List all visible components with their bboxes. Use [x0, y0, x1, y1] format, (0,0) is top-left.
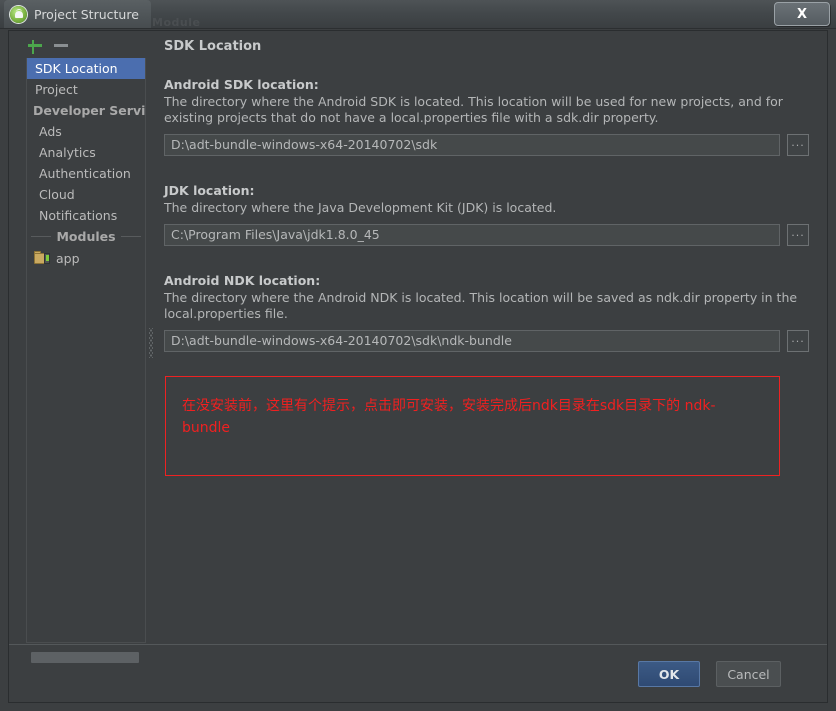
pane-splitter[interactable] [146, 31, 157, 643]
window-title-tab: Project Structure [4, 0, 151, 28]
module-label: app [56, 250, 80, 266]
sidebar-item-cloud[interactable]: Cloud [27, 184, 145, 205]
sidebar-item-analytics[interactable]: Analytics [27, 142, 145, 163]
sidebar-item-authentication[interactable]: Authentication [27, 163, 145, 184]
page-title: SDK Location [164, 39, 262, 54]
modules-separator-label: Modules [56, 229, 116, 244]
background-window-label: Module [152, 16, 201, 29]
module-folder-icon [34, 251, 50, 265]
sidebar-group-developer-services[interactable]: Developer Services [27, 100, 145, 121]
annotation-box: 在没安装前，这里有个提示，点击即可安装，安装完成后ndk目录在sdk目录下的 n… [165, 376, 780, 476]
android-ndk-location-row: D:\adt-bundle-windows-x64-20140702\sdk\n… [164, 330, 809, 352]
android-sdk-location-description: The directory where the Android SDK is l… [164, 94, 783, 125]
separator-line-left [31, 236, 52, 237]
jdk-location-label: JDK location: [164, 183, 255, 198]
title-bar: Project Structure Module X [0, 0, 836, 29]
remove-module-button[interactable] [52, 36, 70, 54]
sidebar-toolbar [9, 31, 146, 58]
android-ndk-location-label: Android NDK location: [164, 273, 321, 288]
dialog-footer: OK Cancel [9, 645, 827, 702]
android-sdk-location-input[interactable]: D:\adt-bundle-windows-x64-20140702\sdk [164, 134, 780, 156]
sidebar-item-project[interactable]: Project [27, 79, 145, 100]
close-button[interactable]: X [774, 2, 830, 26]
sidebar-item-ads[interactable]: Ads [27, 121, 145, 142]
android-ndk-location-description: The directory where the Android NDK is l… [164, 290, 798, 321]
android-studio-icon [10, 5, 27, 23]
jdk-location-description: The directory where the Java Development… [164, 200, 557, 215]
jdk-browse-button[interactable]: ... [787, 224, 809, 246]
window-title: Project Structure [34, 6, 139, 22]
sidebar-tree: SDK Location Project Developer Services … [26, 58, 146, 643]
section-jdk-location: JDK location: The directory where the Ja… [164, 183, 809, 246]
sidebar-item-sdk-location[interactable]: SDK Location [27, 58, 145, 79]
splitter-grip-icon [149, 328, 153, 358]
android-sdk-browse-button[interactable]: ... [787, 134, 809, 156]
android-ndk-location-input[interactable]: D:\adt-bundle-windows-x64-20140702\sdk\n… [164, 330, 780, 352]
android-sdk-location-row: D:\adt-bundle-windows-x64-20140702\sdk .… [164, 134, 809, 156]
separator-line-right [120, 236, 142, 237]
modules-separator: Modules [27, 226, 145, 247]
add-module-button[interactable] [26, 36, 44, 54]
android-sdk-location-label: Android SDK location: [164, 77, 319, 92]
section-android-sdk-location: Android SDK location: The directory wher… [164, 77, 809, 156]
jdk-location-row: C:\Program Files\Java\jdk1.8.0_45 ... [164, 224, 809, 246]
sidebar-item-notifications[interactable]: Notifications [27, 205, 145, 226]
jdk-location-input[interactable]: C:\Program Files\Java\jdk1.8.0_45 [164, 224, 780, 246]
project-structure-dialog: Project Structure Module X SDK Location … [0, 0, 836, 711]
ok-button[interactable]: OK [638, 661, 700, 687]
main-content: SDK Location Android SDK location: The d… [157, 31, 828, 643]
sidebar: SDK Location Project Developer Services … [9, 31, 146, 663]
sidebar-item-module-app[interactable]: app [27, 247, 145, 269]
annotation-text: 在没安装前，这里有个提示，点击即可安装，安装完成后ndk目录在sdk目录下的 n… [182, 398, 716, 436]
android-ndk-browse-button[interactable]: ... [787, 330, 809, 352]
section-android-ndk-location: Android NDK location: The directory wher… [164, 273, 809, 352]
dialog-body: SDK Location Project Developer Services … [8, 30, 828, 703]
cancel-button[interactable]: Cancel [716, 661, 781, 687]
